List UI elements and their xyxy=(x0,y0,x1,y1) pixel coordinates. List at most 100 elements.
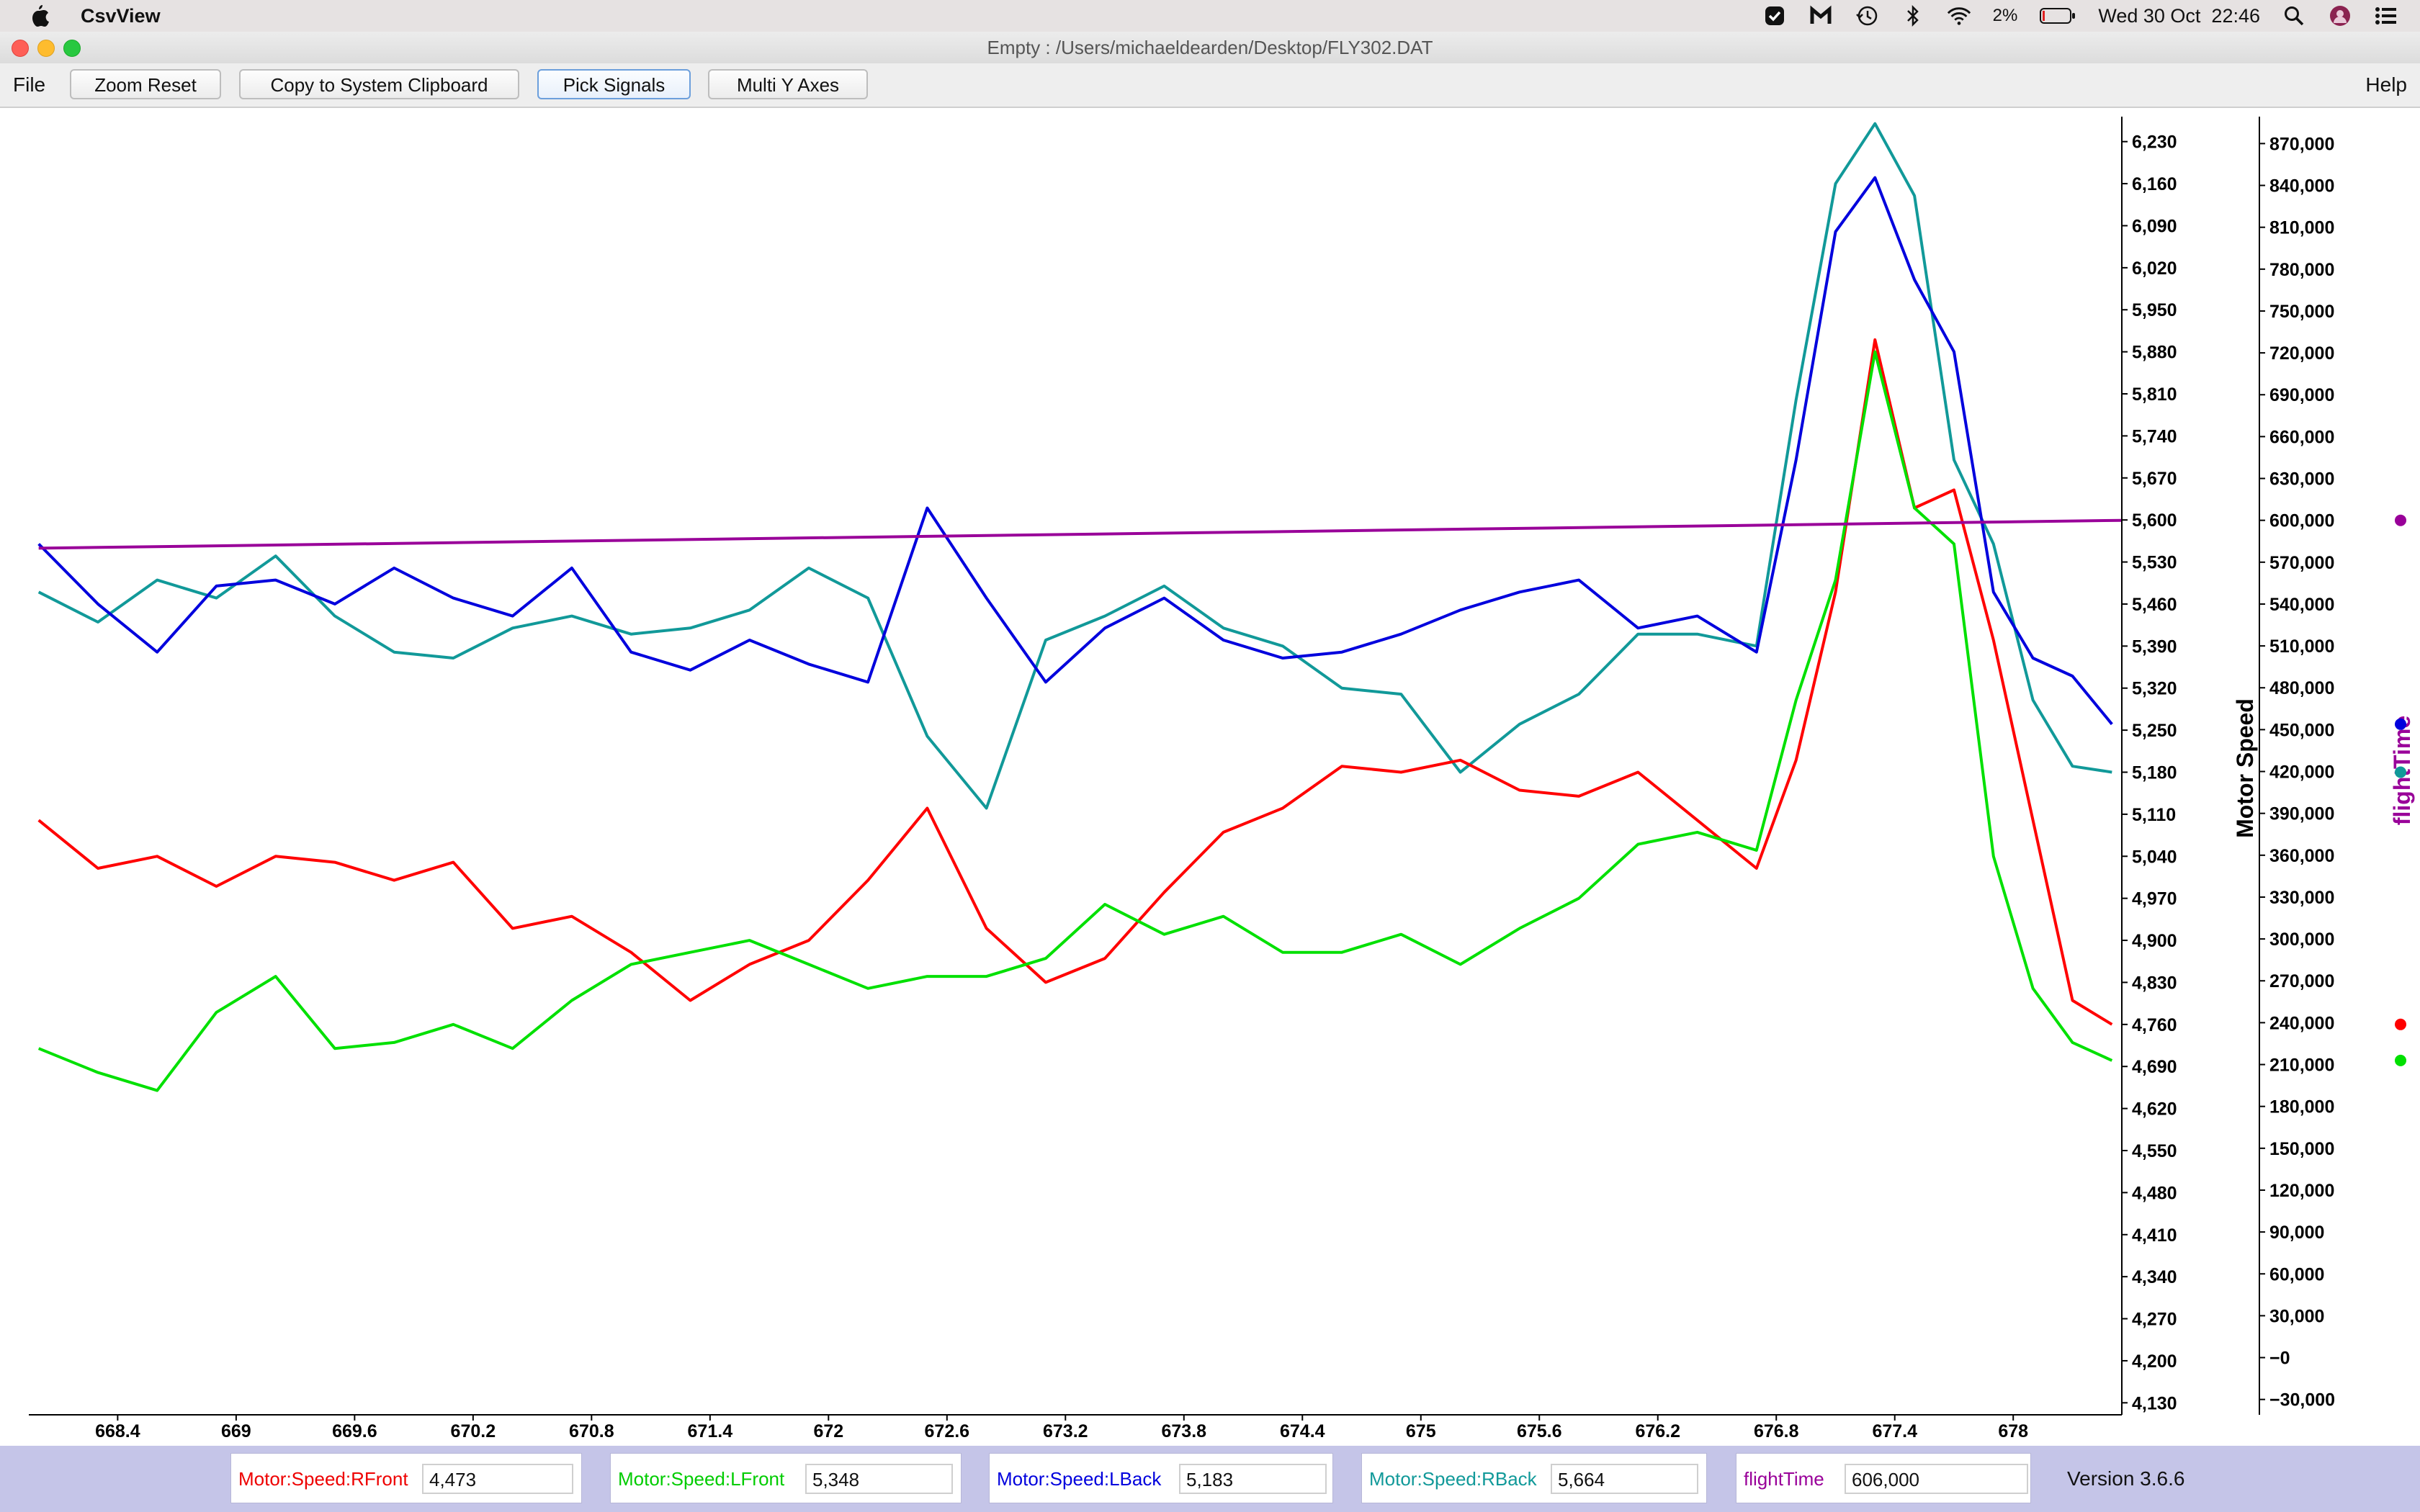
y2-tick-label: 840,000 xyxy=(2269,176,2334,197)
y1-tick-label: 4,760 xyxy=(2132,1015,2177,1035)
signal-value[interactable]: 5,183 xyxy=(1179,1464,1327,1494)
y1-tick-label: 5,110 xyxy=(2132,805,2176,825)
y1-tick-label: 6,020 xyxy=(2132,258,2177,279)
x-tick-label: 676.2 xyxy=(1635,1421,1680,1441)
y1-tick-label: 5,460 xyxy=(2132,595,2177,615)
y1-tick-label: 4,130 xyxy=(2132,1393,2177,1413)
y1-tick-label: 4,410 xyxy=(2132,1225,2177,1246)
x-tick-label: 673.8 xyxy=(1162,1421,1207,1441)
y2-tick-label: −30,000 xyxy=(2269,1390,2335,1410)
pick-signals-button[interactable]: Pick Signals xyxy=(537,69,691,99)
y2-tick-label: 480,000 xyxy=(2269,678,2334,698)
signal-plot[interactable]: 668.4 669 669.6 670.2 670.8 671.4 672 672.6 673.… xyxy=(0,108,2420,1446)
y1-tick-label: 5,600 xyxy=(2132,510,2177,531)
y2-tick-label: 240,000 xyxy=(2269,1013,2334,1033)
app-name[interactable]: CsvView xyxy=(81,5,161,27)
y1-tick-label: 6,160 xyxy=(2132,174,2177,194)
y1-tick-label: 5,740 xyxy=(2132,426,2177,446)
y1-tick-label: 5,530 xyxy=(2132,553,2177,573)
x-tick-label: 673.2 xyxy=(1043,1421,1088,1441)
check-icon[interactable] xyxy=(1762,4,1787,28)
x-tick-label: 678 xyxy=(1998,1421,2028,1441)
x-tick-label: 669 xyxy=(221,1421,251,1441)
signal-value[interactable]: 5,348 xyxy=(805,1464,953,1494)
y1-tick-label: 4,970 xyxy=(2132,889,2177,909)
x-tick-label: 668.4 xyxy=(95,1421,140,1441)
window-title-bar[interactable]: Empty : /Users/michaeldearden/Desktop/FL… xyxy=(0,32,2420,64)
signal-readout-rfront[interactable]: Motor:Speed:RFront 4,473 xyxy=(230,1453,582,1503)
y1-tick-label: 5,390 xyxy=(2132,636,2177,657)
copy-to-clipboard-button[interactable]: Copy to System Clipboard xyxy=(239,69,519,99)
signal-value[interactable]: 5,664 xyxy=(1551,1464,1698,1494)
y1-tick-label: 6,230 xyxy=(2132,132,2177,153)
y1-tick-label: 6,090 xyxy=(2132,216,2177,236)
y1-tick-label: 5,880 xyxy=(2132,343,2177,363)
y2-tick-label: 810,000 xyxy=(2269,218,2334,238)
y2-tick-label: 690,000 xyxy=(2269,385,2334,405)
y2-tick-label: 510,000 xyxy=(2269,636,2334,657)
signal-value[interactable]: 4,473 xyxy=(422,1464,573,1494)
menu-clock[interactable]: Wed 30 Oct 22:46 xyxy=(2098,5,2260,27)
series-marker-motor-speed-lfront xyxy=(2395,1054,2406,1066)
help-menu[interactable]: Help xyxy=(2365,63,2407,107)
signal-name: Motor:Speed:LBack xyxy=(997,1468,1162,1490)
y2-tick-label: 750,000 xyxy=(2269,302,2334,322)
signal-name: Motor:Speed:RFront xyxy=(238,1468,408,1490)
y1-tick-label: 4,620 xyxy=(2132,1099,2177,1120)
x-tick-label: 675.6 xyxy=(1517,1421,1562,1441)
x-tick-label: 669.6 xyxy=(332,1421,377,1441)
y1-tick-label: 5,320 xyxy=(2132,679,2177,699)
signal-readout-rback[interactable]: Motor:Speed:RBack 5,664 xyxy=(1361,1453,1707,1503)
y2-tick-label: 330,000 xyxy=(2269,888,2334,908)
y1-tick-label: 4,830 xyxy=(2132,973,2177,993)
series-marker-motor-speed-lback xyxy=(2395,718,2406,730)
x-tick-label: 676.8 xyxy=(1754,1421,1799,1441)
signal-readout-flighttime[interactable]: flightTime 606,000 xyxy=(1736,1453,2031,1503)
signal-readout-lfront[interactable]: Motor:Speed:LFront 5,348 xyxy=(610,1453,962,1503)
y1-tick-label: 5,950 xyxy=(2132,300,2177,320)
zoom-reset-button[interactable]: Zoom Reset xyxy=(70,69,221,99)
multi-y-axes-button[interactable]: Multi Y Axes xyxy=(708,69,868,99)
signal-readout-lback[interactable]: Motor:Speed:LBack 5,183 xyxy=(989,1453,1333,1503)
y1-tick-label: 4,900 xyxy=(2132,931,2177,951)
y2-tick-label: 150,000 xyxy=(2269,1139,2334,1159)
malwarebytes-icon[interactable] xyxy=(1809,4,1833,28)
y2-tick-label: 630,000 xyxy=(2269,469,2334,490)
x-tick-label: 674.4 xyxy=(1280,1421,1325,1441)
signal-value[interactable]: 606,000 xyxy=(1845,1464,2028,1494)
y2-tick-label: 870,000 xyxy=(2269,134,2334,154)
signal-name: Motor:Speed:RBack xyxy=(1369,1468,1537,1490)
file-menu[interactable]: File xyxy=(13,63,45,107)
spotlight-search-icon[interactable] xyxy=(2282,4,2306,28)
series-marker-flighttime xyxy=(2395,514,2406,526)
window-title: Empty : /Users/michaeldearden/Desktop/FL… xyxy=(987,37,1433,58)
y1-axis-label: Motor Speed xyxy=(2232,698,2258,838)
y2-tick-label: −0 xyxy=(2269,1349,2290,1369)
bluetooth-icon[interactable] xyxy=(1901,4,1925,28)
y2-tick-label: 420,000 xyxy=(2269,762,2334,783)
y1-tick-label: 4,550 xyxy=(2132,1141,2177,1161)
x-tick-label: 670.2 xyxy=(451,1421,496,1441)
apple-icon[interactable] xyxy=(26,3,52,29)
x-tick-label: 670.8 xyxy=(569,1421,614,1441)
y1-tick-label: 4,480 xyxy=(2132,1183,2177,1203)
user-avatar-icon[interactable] xyxy=(2328,4,2352,28)
series-marker-motor-speed-rback xyxy=(2395,766,2406,778)
time-machine-icon[interactable] xyxy=(1855,4,1879,28)
wifi-icon[interactable] xyxy=(1947,4,1971,28)
y2-tick-label: 210,000 xyxy=(2269,1056,2334,1076)
y2-tick-label: 270,000 xyxy=(2269,971,2334,991)
y2-tick-label: 720,000 xyxy=(2269,343,2334,364)
notification-center-icon[interactable] xyxy=(2374,4,2398,28)
battery-icon[interactable] xyxy=(2039,4,2076,28)
y2-tick-label: 660,000 xyxy=(2269,427,2334,447)
y2-tick-label: 120,000 xyxy=(2269,1181,2334,1201)
y2-tick-label: 390,000 xyxy=(2269,804,2334,824)
x-tick-label: 672.6 xyxy=(925,1421,970,1441)
y2-tick-label: 540,000 xyxy=(2269,595,2334,615)
y1-tick-label: 5,670 xyxy=(2132,469,2177,489)
y1-tick-label: 4,690 xyxy=(2132,1057,2177,1077)
y2-tick-label: 90,000 xyxy=(2269,1223,2324,1243)
y1-tick-label: 5,810 xyxy=(2132,384,2177,405)
y2-tick-label: 300,000 xyxy=(2269,930,2334,950)
